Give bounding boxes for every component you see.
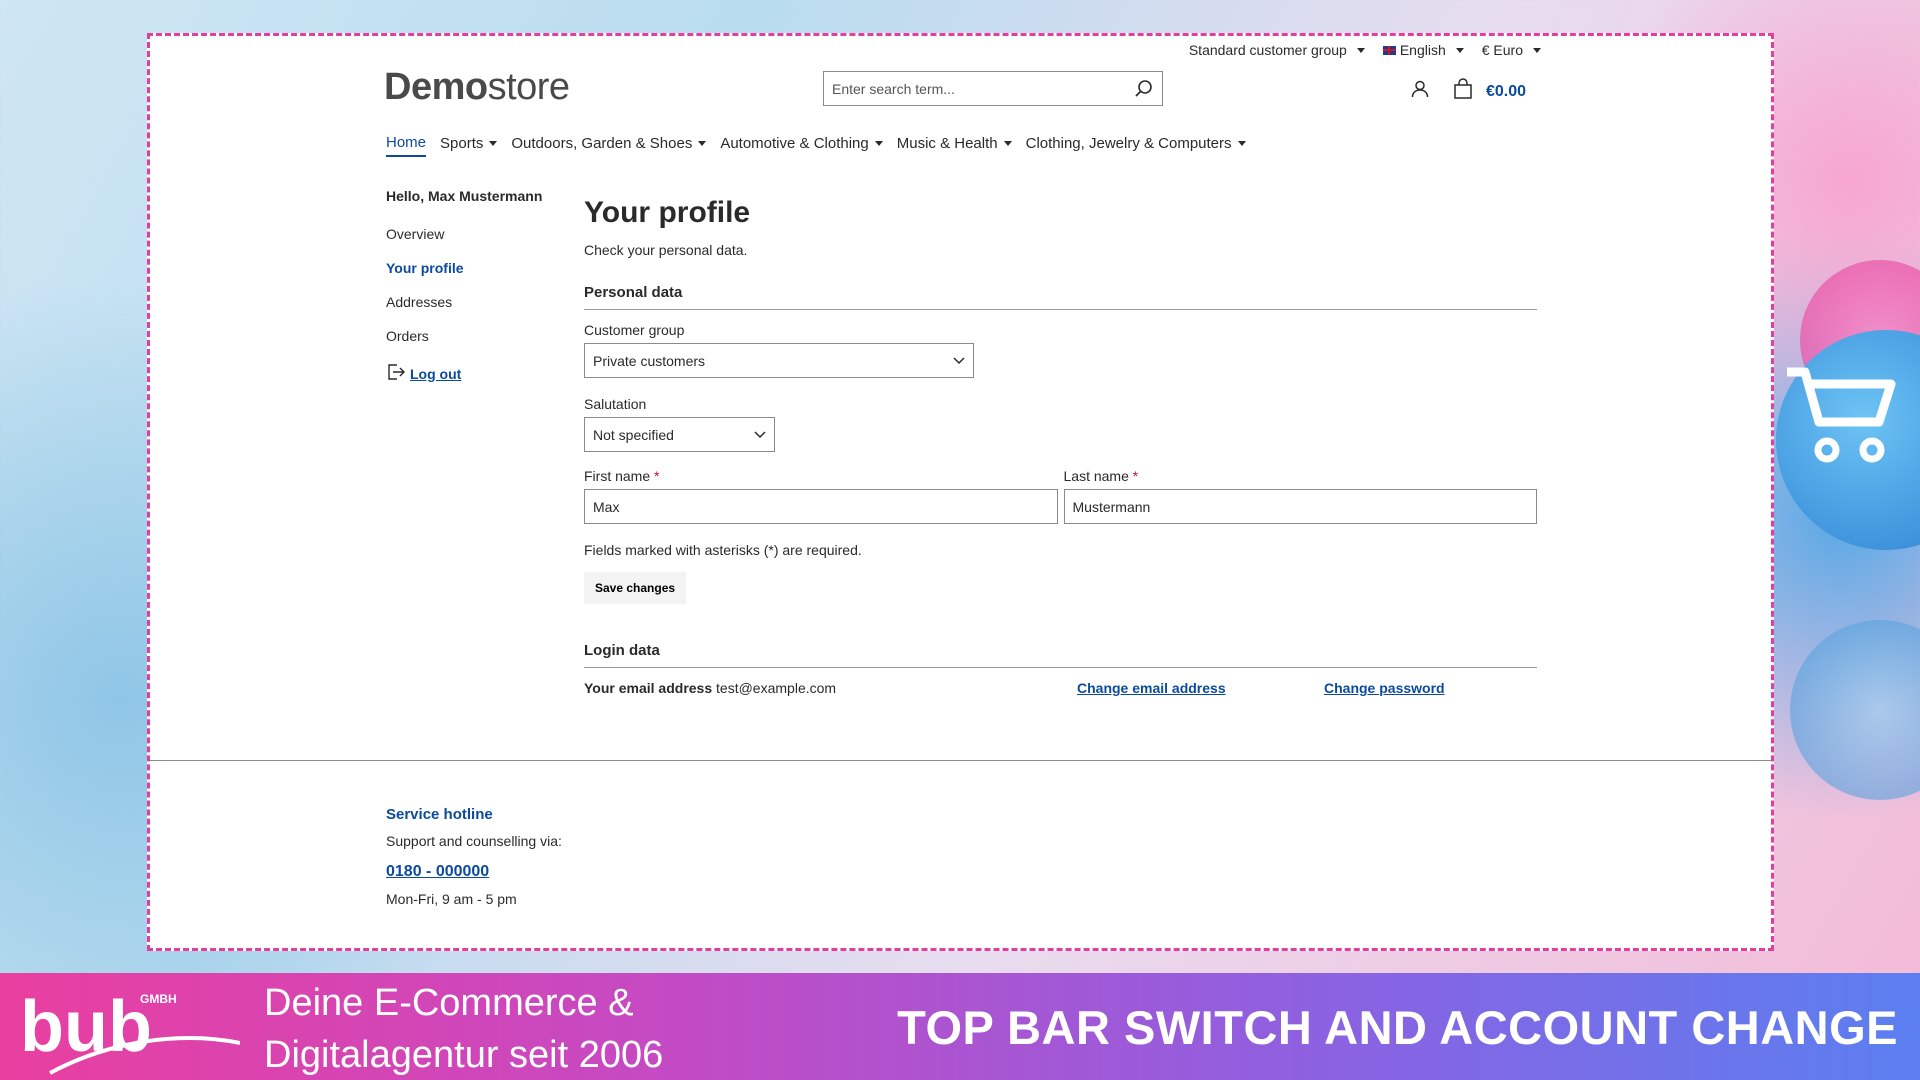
chevron-down-icon [953, 356, 965, 364]
top-bar: Standard customer group English € Euro [1189, 42, 1541, 58]
change-email-cell: Change email address [1077, 680, 1324, 696]
caret-down-icon [1533, 47, 1541, 53]
decor-cart-icon [1782, 360, 1902, 470]
sidebar-item-overview[interactable]: Overview [386, 226, 586, 242]
greeting: Hello, Max Mustermann [386, 188, 543, 204]
customer-group-value: Private customers [593, 352, 706, 369]
customer-group-switch[interactable]: Standard customer group [1189, 42, 1365, 58]
caret-down-icon [874, 141, 883, 146]
hotline-phone-link[interactable]: 0180 - 000000 [386, 863, 489, 881]
save-changes-button[interactable]: Save changes [584, 572, 687, 604]
email-value: test@example.com [716, 680, 837, 696]
sidebar-item-profile[interactable]: Your profile [386, 260, 586, 276]
nav-home[interactable]: Home [386, 134, 427, 157]
currency-switch[interactable]: € Euro [1482, 42, 1541, 58]
logo-light: store [487, 66, 570, 108]
cart-icon[interactable] [1452, 78, 1474, 105]
last-name-field[interactable] [1063, 489, 1537, 524]
nav-label: Outdoors, Garden & Shoes [511, 135, 693, 152]
logo-sub: GMBH [140, 992, 177, 1006]
customer-group-label: Customer group [584, 322, 685, 338]
main-navigation: Home Sports Outdoors, Garden & Shoes Aut… [386, 134, 1246, 157]
service-hours: Mon-Fri, 9 am - 5 pm [386, 891, 517, 907]
required-note: Fields marked with asterisks (*) are req… [584, 542, 862, 558]
login-data-row: Your email address test@example.com Chan… [584, 680, 1537, 696]
account-icon[interactable] [1410, 79, 1430, 104]
banner-tagline: Deine E-Commerce & Digitalagentur seit 2… [264, 977, 663, 1080]
logo-bold: Demo [384, 66, 488, 108]
caret-down-icon [698, 141, 707, 146]
nav-label: Automotive & Clothing [720, 135, 869, 152]
currency-label: € Euro [1481, 42, 1523, 58]
nav-automotive[interactable]: Automotive & Clothing [720, 134, 883, 157]
last-name-label: Last name * [1064, 468, 1538, 484]
profile-content: Your profile Check your personal data. P… [584, 196, 1537, 696]
tagline-line-1: Deine E-Commerce & [264, 982, 634, 1024]
footer-divider [150, 760, 1771, 761]
email-label: Your email address [584, 680, 713, 696]
service-hotline-title: Service hotline [386, 806, 493, 823]
caret-down-icon [1237, 141, 1246, 146]
change-email-link[interactable]: Change email address [1077, 680, 1226, 696]
change-password-link[interactable]: Change password [1324, 680, 1445, 696]
salutation-label: Salutation [584, 396, 647, 412]
logout-icon [386, 362, 406, 385]
last-name-label-text: Last name [1063, 468, 1129, 484]
required-mark: * [654, 468, 660, 484]
change-password-cell: Change password [1324, 680, 1445, 696]
nav-label: Home [386, 134, 427, 151]
page-subtitle: Check your personal data. [584, 242, 748, 258]
first-name-group: First name * [584, 468, 1058, 524]
nav-sports[interactable]: Sports [440, 134, 498, 157]
salutation-value: Not specified [593, 426, 674, 443]
promo-banner: bub GMBH Deine E-Commerce & Digitalagent… [0, 973, 1920, 1080]
caret-down-icon [1003, 141, 1012, 146]
search-icon[interactable] [1134, 79, 1154, 99]
caret-down-icon [489, 141, 498, 146]
cart-total[interactable]: €0.00 [1486, 83, 1526, 101]
customer-group-label: Standard customer group [1188, 42, 1347, 58]
search-box [823, 71, 1163, 106]
nav-label: Sports [440, 135, 484, 152]
first-name-label-text: First name [584, 468, 651, 484]
tagline-line-2: Digitalagentur seit 2006 [264, 1034, 664, 1076]
banner-headline: TOP BAR SWITCH AND ACCOUNT CHANGE [897, 1001, 1898, 1054]
last-name-group: Last name * [1063, 468, 1538, 524]
uk-flag-icon [1382, 45, 1396, 55]
search-input[interactable] [832, 80, 1134, 97]
nav-music[interactable]: Music & Health [897, 134, 1012, 157]
chevron-down-icon [754, 430, 766, 438]
first-name-field[interactable] [584, 489, 1058, 524]
logout-link[interactable]: Log out [386, 362, 586, 385]
customer-group-select[interactable]: Private customers [584, 343, 974, 378]
header-actions: €0.00 [1410, 78, 1526, 105]
caret-down-icon [1455, 47, 1464, 53]
page-title: Your profile [584, 196, 751, 229]
login-data-title: Login data [584, 642, 1537, 668]
nav-label: Music & Health [896, 135, 998, 152]
logout-label: Log out [410, 365, 462, 382]
name-row: First name * Last name * [584, 468, 1537, 524]
service-text: Support and counselling via: [386, 833, 562, 849]
bub-logo: bub GMBH [20, 987, 240, 1075]
account-sidebar: Hello, Max Mustermann Overview Your prof… [386, 188, 586, 385]
store-logo[interactable]: Demostore [384, 66, 570, 109]
nav-outdoors[interactable]: Outdoors, Garden & Shoes [511, 134, 707, 157]
nav-label: Clothing, Jewelry & Computers [1025, 135, 1232, 152]
first-name-label: First name * [584, 468, 1058, 484]
nav-clothing[interactable]: Clothing, Jewelry & Computers [1026, 134, 1246, 157]
footer-service: Service hotline Support and counselling … [386, 806, 562, 907]
salutation-select[interactable]: Not specified [584, 417, 775, 452]
personal-data-title: Personal data [584, 284, 1537, 310]
sidebar-item-addresses[interactable]: Addresses [386, 294, 586, 310]
language-switch[interactable]: English [1382, 42, 1464, 58]
email-info: Your email address test@example.com [584, 680, 1077, 696]
sidebar-item-orders[interactable]: Orders [386, 328, 586, 344]
decor-blob-blue [1790, 620, 1920, 800]
language-label: English [1399, 42, 1446, 58]
required-mark: * [1132, 468, 1139, 484]
caret-down-icon [1356, 47, 1365, 53]
shop-frame: Standard customer group English € Euro D… [147, 33, 1774, 951]
